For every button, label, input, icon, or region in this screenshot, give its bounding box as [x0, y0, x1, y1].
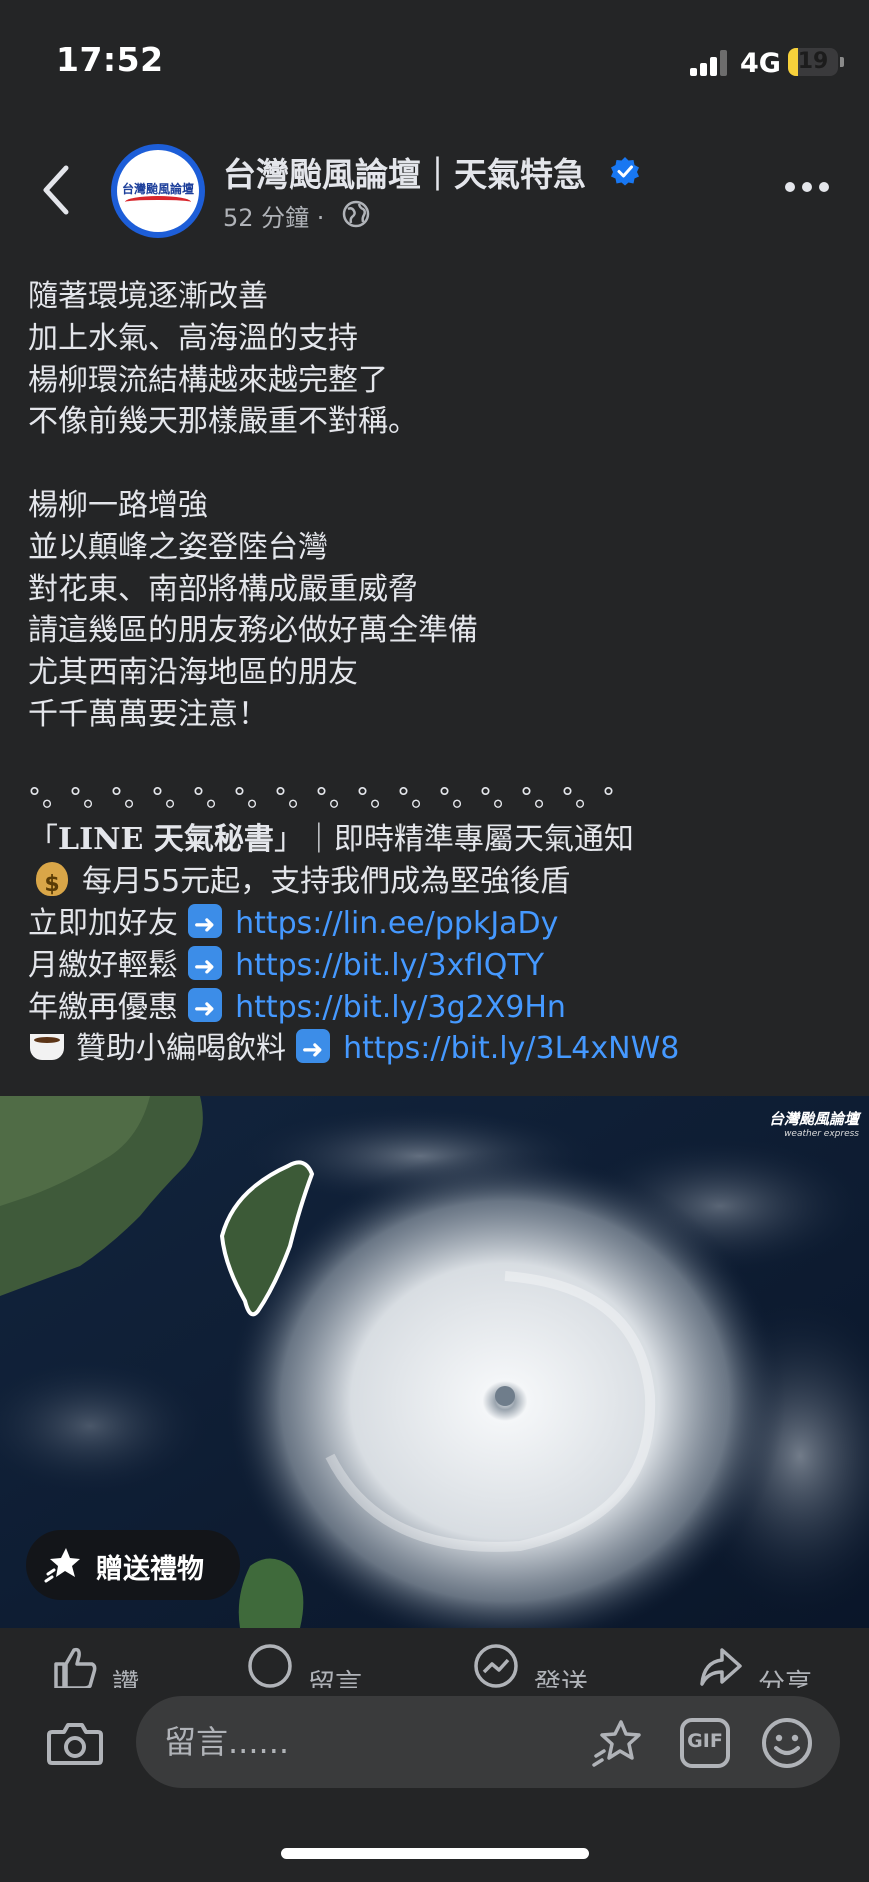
share-label: 分享: [758, 1669, 812, 1688]
more-options-button[interactable]: [785, 178, 835, 194]
comment-bubble-icon: [248, 1644, 292, 1688]
promo-prefix: 「: [28, 822, 58, 858]
logo-swoosh: [125, 196, 191, 208]
comment-button[interactable]: 留言: [246, 1642, 386, 1688]
sticker-star-icon: [592, 1720, 641, 1767]
link-add-friend[interactable]: https://lin.ee/ppkJaDy: [235, 906, 558, 941]
watermark-text: 台灣颱風論壇: [768, 1110, 859, 1128]
back-icon: [43, 165, 69, 215]
page-name[interactable]: 台灣颱風論壇｜天氣特急: [223, 148, 586, 196]
link-row-coffee: 贊助小編喝飲料 https://bit.ly/3L4xNW8: [28, 1028, 848, 1072]
support-text: 每月55元起，支持我們成為堅強後盾: [82, 864, 571, 900]
verified-badge-icon: [611, 157, 639, 186]
gif-button[interactable]: GIF: [680, 1718, 730, 1768]
thumbs-up-icon: [54, 1647, 97, 1688]
battery-icon: 19: [788, 48, 838, 76]
post-line: 對花東、南部將構成嚴重威脅: [28, 571, 418, 607]
back-button[interactable]: [36, 160, 76, 220]
more-options-dot: [802, 182, 812, 192]
emoji-button[interactable]: [760, 1716, 814, 1770]
promo-brand: LINE 天氣秘書: [58, 822, 274, 858]
money-bag-icon: [36, 862, 68, 906]
link-row-monthly: 月繳好輕鬆 https://bit.ly/3xfIQTY: [28, 945, 848, 989]
share-button[interactable]: 分享: [696, 1642, 836, 1688]
avatar-logo-text: 台灣颱風論壇: [121, 182, 194, 196]
link-row-yearly: 年繳再優惠 https://bit.ly/3g2X9Hn: [28, 987, 848, 1030]
like-button[interactable]: 讚: [50, 1642, 170, 1688]
more-options-icon: [785, 182, 795, 192]
post-line: 千千萬萬要注意！: [28, 696, 268, 732]
like-label: 讚: [112, 1669, 139, 1688]
gift-label: 贈送禮物: [96, 1554, 204, 1585]
link-label: 月繳好輕鬆: [28, 947, 178, 983]
right-arrow-icon: [187, 987, 222, 1030]
home-indicator[interactable]: [281, 1848, 589, 1859]
more-options-dot: [819, 182, 829, 192]
send-gift-button[interactable]: 贈送禮物: [26, 1530, 240, 1600]
link-label: 贊助小編喝飲料: [76, 1031, 286, 1067]
post-line: 不像前幾天那樣嚴重不對稱。: [28, 404, 418, 440]
comment-input[interactable]: [164, 1718, 564, 1766]
post-line: 楊柳環流結構越來越完整了: [28, 362, 388, 398]
comment-label: 留言: [308, 1669, 362, 1688]
comment-box: GIF: [136, 1696, 840, 1788]
image-watermark: 台灣颱風論壇 weather express: [769, 1108, 859, 1139]
post-line: 加上水氣、高海溫的支持: [28, 320, 358, 356]
smiley-icon: [762, 1718, 812, 1768]
post-line: 尤其西南沿海地區的朋友: [28, 655, 358, 691]
link-monthly[interactable]: https://bit.ly/3xfIQTY: [235, 948, 544, 983]
coffee-icon: [30, 1034, 64, 1061]
right-arrow-icon: [295, 1029, 330, 1072]
send-label: 發送: [534, 1669, 588, 1688]
globe-icon: [342, 200, 370, 228]
link-yearly[interactable]: https://bit.ly/3g2X9Hn: [235, 990, 566, 1025]
sticker-button[interactable]: [590, 1716, 644, 1770]
divider-dots: °。°。°。°。°。°。°。°。°。°。°。°。°。°。°: [28, 782, 617, 813]
link-label: 年繳再優惠: [28, 989, 178, 1025]
camera-icon: [47, 1723, 103, 1765]
link-row-add-friend: 立即加好友 https://lin.ee/ppkJaDy: [28, 903, 848, 947]
post-text: 隨著環境逐漸改善 加上水氣、高海溫的支持 楊柳環流結構越來越完整了 不像前幾天那…: [28, 276, 848, 1072]
battery-tip: [840, 57, 844, 67]
line-promo: 「LINE 天氣秘書」｜即時精準專屬天氣通知: [28, 819, 848, 861]
status-time: 17:52: [56, 40, 164, 79]
camera-button[interactable]: [46, 1718, 104, 1768]
post-action-bar: 讚 留言 發送 分享: [0, 1628, 869, 1688]
gif-icon: GIF: [687, 1730, 723, 1752]
avatar-logo: 台灣颱風論壇: [117, 150, 199, 232]
send-button[interactable]: 發送: [472, 1642, 612, 1688]
gift-star-icon: [44, 1548, 80, 1583]
post-line: 請這幾區的朋友務必做好萬全準備: [28, 613, 478, 649]
post-line: 隨著環境逐漸改善: [28, 279, 268, 314]
status-bar: 17:52 4G 19: [0, 0, 869, 110]
link-coffee[interactable]: https://bit.ly/3L4xNW8: [343, 1031, 679, 1066]
promo-rest: 」｜即時精準專屬天氣通知: [273, 822, 634, 858]
post-timestamp: 52 分鐘 ·: [223, 204, 325, 232]
cellular-signal-icon: [690, 50, 730, 76]
right-arrow-icon: [187, 945, 222, 989]
battery-percent: 19: [797, 49, 829, 74]
network-type: 4G: [740, 48, 781, 79]
post-line: 並以顛峰之姿登陸台灣: [28, 529, 328, 565]
messenger-icon: [474, 1644, 518, 1688]
post-line: 楊柳一路增強: [28, 487, 208, 523]
support-line: 每月55元起，支持我們成為堅強後盾: [28, 861, 848, 906]
watermark-subtext: weather express: [784, 1129, 859, 1139]
page-avatar[interactable]: 台灣颱風論壇: [111, 144, 205, 238]
link-label: 立即加好友: [28, 905, 178, 941]
share-arrow-icon: [700, 1648, 742, 1686]
right-arrow-icon: [187, 903, 222, 947]
facebook-post-screen: 17:52 4G 19 台灣颱風論壇 台灣颱風論壇｜天氣特急 52 分鐘 · 隨…: [0, 0, 869, 1882]
